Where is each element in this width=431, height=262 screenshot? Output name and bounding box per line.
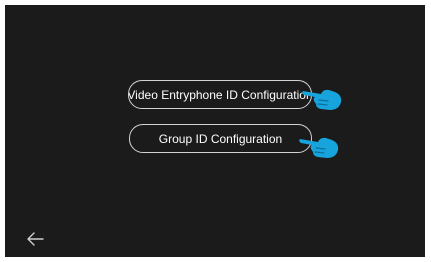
back-arrow-icon[interactable]	[25, 231, 45, 247]
video-entryphone-id-config-button[interactable]: Video Entryphone ID Configuration	[128, 80, 312, 109]
video-entryphone-id-config-label: Video Entryphone ID Configuration	[128, 87, 312, 102]
hand-pointer-icon	[299, 137, 339, 158]
device-screen: Video Entryphone ID Configuration Group …	[5, 5, 425, 257]
hand-pointer-icon	[302, 89, 342, 110]
group-id-config-button[interactable]: Group ID Configuration	[129, 124, 312, 153]
group-id-config-label: Group ID Configuration	[158, 131, 283, 146]
